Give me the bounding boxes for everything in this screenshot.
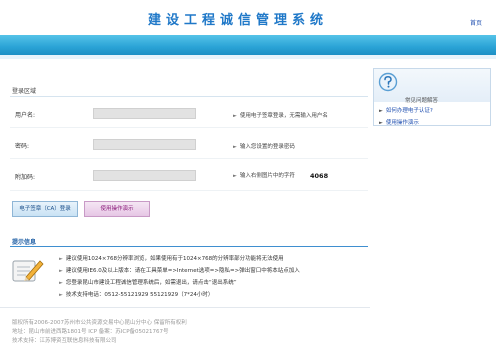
- password-hint: ► 输入您设置的登录密码: [233, 142, 295, 150]
- username-label: 用户名:: [15, 112, 36, 119]
- captcha-hint: ► 输入右侧图片中的字符: [233, 171, 295, 179]
- login-section-divider: [10, 96, 368, 97]
- ca-login-button[interactable]: 电子签章（CA）登录: [12, 201, 78, 217]
- footer-divider: [0, 307, 370, 308]
- footer-address: 地址：昆山市前进西路1801号 ICP 备案：苏ICP备05021767号: [12, 329, 169, 335]
- row-divider: [10, 127, 368, 128]
- footer-support: 技术支持：江苏博资互联信息科技有限公司: [12, 338, 117, 344]
- faq-link-label: 如何办理电子认证?: [385, 108, 433, 114]
- faq-panel-header: 常见问题解答: [374, 69, 490, 104]
- username-input[interactable]: [93, 108, 196, 119]
- tip-item-text: 技术支持电话：0512-55121929 55121929（7*24小时）: [65, 292, 214, 298]
- faq-link-ca[interactable]: ► 如何办理电子认证?: [379, 106, 433, 114]
- username-hint: ► 使用电子签章登录，无需输入用户名: [233, 111, 328, 119]
- tips-title: 提示信息: [12, 239, 37, 246]
- memo-pencil-icon: [12, 260, 44, 282]
- username-hint-text: 使用电子签章登录，无需输入用户名: [239, 113, 328, 119]
- faq-title: 常见问题解答: [405, 98, 439, 104]
- tip-item: ► 建议使用1024×768分辨率浏览，如果使用有于1024×768的分辨率部分功…: [59, 254, 284, 262]
- password-label: 密码:: [15, 143, 30, 150]
- bullet-icon: ►: [379, 120, 383, 126]
- login-section-title: 登录区域: [12, 88, 37, 95]
- bullet-icon: ►: [59, 280, 63, 286]
- header-banner: [0, 35, 496, 55]
- row-divider: [10, 190, 368, 191]
- banner-divider: [0, 55, 496, 59]
- captcha-image[interactable]: 4068: [310, 172, 328, 180]
- captcha-label: 附加码:: [15, 174, 36, 181]
- footer-copyright: 版权所有2006-2007苏州市公共资源交易中心昆山分中心 保留所有权利: [12, 320, 187, 326]
- bullet-icon: ►: [59, 268, 63, 274]
- help-question-icon: [378, 72, 398, 92]
- bullet-icon: ►: [233, 144, 237, 150]
- tip-item-text: 您登录昆山市建设工程诚信管理系统后，如需退出，请点击“退出系统”: [65, 280, 237, 286]
- password-input[interactable]: [93, 139, 196, 150]
- captcha-input[interactable]: [93, 170, 196, 181]
- bullet-icon: ►: [59, 292, 63, 298]
- bullet-icon: ►: [233, 113, 237, 119]
- bullet-icon: ►: [233, 173, 237, 179]
- faq-panel: 常见问题解答 ► 如何办理电子认证? ► 使用操作演示: [373, 68, 491, 126]
- site-title: 建设工程诚信管理系统: [148, 13, 329, 28]
- password-hint-text: 输入您设置的登录密码: [239, 144, 295, 150]
- tip-item: ► 技术支持电话：0512-55121929 55121929（7*24小时）: [59, 290, 213, 298]
- tip-item-text: 建议使用1024×768分辨率浏览，如果使用有于1024×768的分辨率部分功能…: [65, 256, 284, 262]
- bullet-icon: ►: [379, 108, 383, 114]
- row-divider: [10, 158, 368, 159]
- faq-link-demo[interactable]: ► 使用操作演示: [379, 118, 419, 126]
- tip-item-text: 建议使用IE6.0及以上版本：请在工具菜单=>Internet选项=>隐私=>弹…: [65, 268, 300, 274]
- tip-item: ► 您登录昆山市建设工程诚信管理系统后，如需退出，请点击“退出系统”: [59, 278, 237, 286]
- header: 建设工程诚信管理系统 首页: [0, 0, 496, 35]
- captcha-hint-text: 输入右侧图片中的字符: [239, 173, 295, 179]
- bullet-icon: ►: [59, 256, 63, 262]
- operation-demo-button[interactable]: 使用操作演示: [84, 201, 150, 217]
- tip-item: ► 建议使用IE6.0及以上版本：请在工具菜单=>Internet选项=>隐私=>…: [59, 266, 300, 274]
- tips-divider: [10, 246, 368, 247]
- faq-link-label: 使用操作演示: [385, 120, 419, 126]
- home-link[interactable]: 首页: [470, 18, 482, 27]
